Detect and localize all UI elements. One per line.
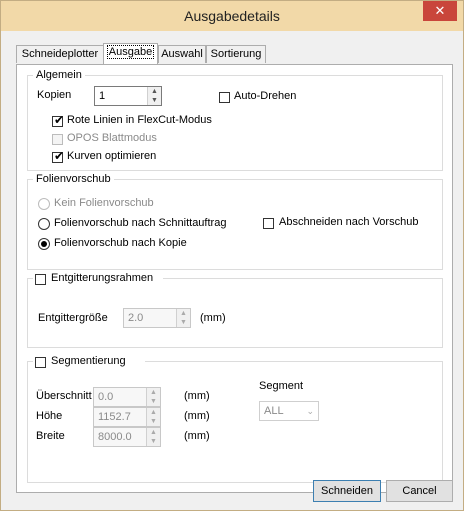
tab-sortierung[interactable]: Sortierung [206,45,266,63]
group-folienvorschub-legend: Folienvorschub [36,173,111,185]
weeding-size-unit: (mm) [200,312,226,324]
width-input[interactable]: 8000.0 ▲ ▼ [93,427,161,447]
spin-down-icon[interactable]: ▼ [147,417,160,426]
cut-button[interactable]: Schneiden [313,480,381,502]
close-button[interactable]: ✕ [423,1,457,21]
height-value: 1152.7 [98,411,131,423]
red-lines-label: Rote Linien in FlexCut-Modus [67,114,212,126]
weeding-label: Entgitterungsrahmen [51,272,154,284]
overlap-unit: (mm) [184,390,210,402]
width-value: 8000.0 [98,431,132,443]
radio-no-feed[interactable] [38,198,50,210]
auto-rotate-label: Auto-Drehen [234,90,297,102]
spin-up-icon[interactable]: ▲ [177,309,190,318]
height-label: Höhe [36,410,63,422]
copies-spinner[interactable]: ▲ ▼ [147,87,161,105]
height-input[interactable]: 1152.7 ▲ ▼ [93,407,161,427]
tab-panel-ausgabe: Algemein Kopien 1 ▲ ▼ Auto-Drehen ✔ Rote… [16,64,453,493]
segment-label: Segment [259,380,304,392]
chevron-down-icon: ⌄ [306,406,314,416]
radio-feed-after-copy-label: Folienvorschub nach Kopie [54,237,187,249]
copies-label: Kopien [37,89,72,101]
weeding-size-input[interactable]: 2.0 ▲ ▼ [123,308,191,328]
segmentation-checkbox[interactable] [35,357,46,368]
title-bar: Ausgabedetails ✕ [1,1,463,31]
red-lines-checkbox[interactable]: ✔ [52,113,65,127]
radio-feed-after-job-label: Folienvorschub nach Schnittauftrag [54,217,227,229]
cut-after-feed-label: Abschneiden nach Vorschub [279,216,419,228]
optimize-curves-label: Kurven optimieren [67,150,157,162]
weeding-size-spinner[interactable]: ▲ ▼ [176,309,190,327]
height-spinner[interactable]: ▲ ▼ [146,408,160,426]
window-title: Ausgabedetails [184,8,280,24]
spin-up-icon[interactable]: ▲ [147,388,160,397]
spin-up-icon[interactable]: ▲ [148,87,161,96]
copies-input[interactable]: 1 ▲ ▼ [94,86,162,106]
cut-after-feed-checkbox[interactable] [263,218,274,229]
opos-label: OPOS Blattmodus [67,132,157,144]
width-unit: (mm) [184,430,210,442]
tab-schneideplotter[interactable]: Schneideplotter [16,45,104,63]
spin-down-icon[interactable]: ▼ [147,397,160,406]
group-segmentation [27,361,443,483]
tab-ausgabe[interactable]: Ausgabe [103,43,158,64]
segmentation-label: Segmentierung [51,355,126,367]
segment-select[interactable]: ALL ⌄ [259,401,319,421]
dialog-window: Ausgabedetails ✕ Schneideplotter Ausgabe… [0,0,464,511]
weeding-checkbox[interactable] [35,274,46,285]
spin-up-icon[interactable]: ▲ [147,408,160,417]
opos-checkbox[interactable] [52,134,63,145]
dialog-client: Schneideplotter Ausgabe Auswahl Sortieru… [8,31,456,505]
check-icon: ✔ [54,113,65,127]
overlap-value: 0.0 [98,391,114,403]
auto-rotate-checkbox[interactable] [219,92,230,103]
copies-value: 1 [99,90,106,102]
group-algemein-legend: Algemein [36,69,82,81]
tab-auswahl[interactable]: Auswahl [158,45,206,63]
spin-up-icon[interactable]: ▲ [147,428,160,437]
spin-down-icon[interactable]: ▼ [177,318,190,327]
cancel-button[interactable]: Cancel [386,480,453,502]
check-icon: ✔ [54,149,65,163]
radio-no-feed-label: Kein Folienvorschub [54,197,154,209]
radio-selected-dot [41,241,47,247]
radio-feed-after-copy[interactable] [38,238,50,250]
width-spinner[interactable]: ▲ ▼ [146,428,160,446]
spin-down-icon[interactable]: ▼ [148,96,161,105]
spin-down-icon[interactable]: ▼ [147,437,160,446]
weeding-size-value: 2.0 [128,312,144,324]
tab-ausgabe-label: Ausgabe [106,45,155,59]
weeding-size-label: Entgittergröße [38,312,108,324]
overlap-spinner[interactable]: ▲ ▼ [146,388,160,406]
height-unit: (mm) [184,410,210,422]
segment-value: ALL [264,405,284,417]
optimize-curves-checkbox[interactable]: ✔ [52,149,65,163]
overlap-input[interactable]: 0.0 ▲ ▼ [93,387,161,407]
width-label: Breite [36,430,65,442]
overlap-label: Überschnitt [36,390,92,402]
radio-feed-after-job[interactable] [38,218,50,230]
